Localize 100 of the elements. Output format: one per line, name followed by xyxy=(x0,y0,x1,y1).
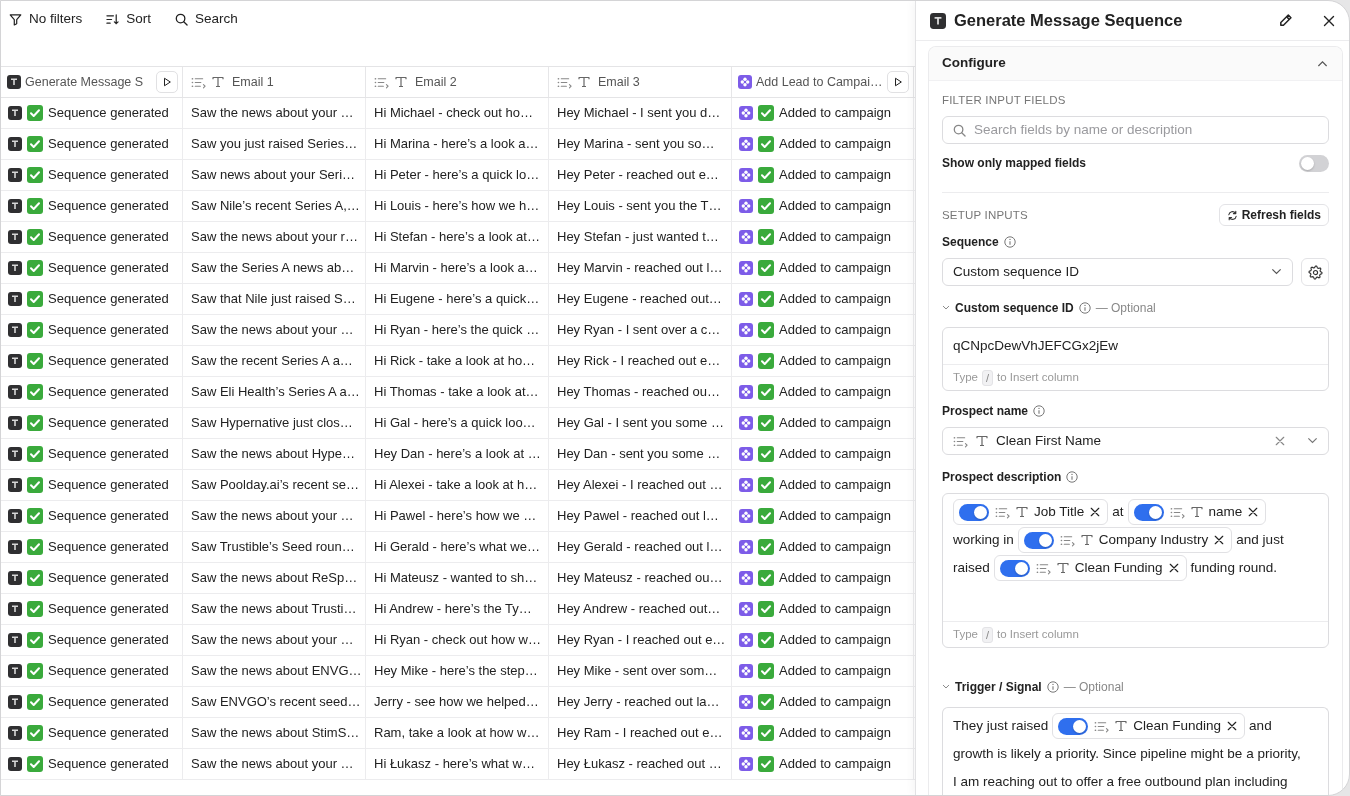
clear-icon[interactable] xyxy=(1275,436,1285,446)
remove-icon[interactable] xyxy=(1227,721,1238,731)
column-header[interactable]: Generate Message S xyxy=(25,73,144,91)
text-block-icon xyxy=(8,261,22,275)
play-icon xyxy=(162,77,172,87)
column-header[interactable]: Email 2 xyxy=(415,73,457,91)
field-text: and just xyxy=(1236,531,1284,549)
status-text: Sequence generated xyxy=(48,290,169,309)
rich-text-field[interactable]: They just raised Clean Funding and growth is likely a priority. Since pipeline might be a priority, I am reaching out to offer a free outbound plan including xyxy=(942,707,1329,795)
text-block-icon xyxy=(8,571,22,585)
filter-button[interactable]: No filters xyxy=(9,10,83,28)
list-arrow-icon xyxy=(1059,533,1075,547)
status-text: Sequence generated xyxy=(48,724,169,743)
app-logo-icon xyxy=(739,726,753,740)
chevron-down-icon[interactable] xyxy=(942,684,950,690)
table-cell: Hi Ryan - check out how w… xyxy=(366,625,549,655)
table-cell: Saw the news about your … xyxy=(183,315,366,345)
play-icon xyxy=(893,77,903,87)
table-cell: Hey Marvin - reached out l… xyxy=(549,253,732,283)
column-header[interactable]: Add Lead to Campai… xyxy=(756,73,883,91)
section-heading: SETUP INPUTS xyxy=(942,208,1028,223)
column-header[interactable]: Email 1 xyxy=(232,73,274,91)
table-cell: Hi Ryan - here’s the quick … xyxy=(366,315,549,345)
table-cell: Hey Gal - I sent you some … xyxy=(549,408,732,438)
status-text: Sequence generated xyxy=(48,476,169,495)
app-logo-icon xyxy=(739,478,753,492)
table-cell: Saw the Series A news ab… xyxy=(183,253,366,283)
text-block-icon xyxy=(930,12,946,29)
refresh-button[interactable]: Refresh fields xyxy=(1218,204,1329,226)
app-logo-icon xyxy=(739,757,753,771)
rich-text-field[interactable]: Job Title at name working in Company Industry and just raised Clean Funding funding round. Type / to Insert column xyxy=(942,493,1329,648)
column-chip[interactable]: Job Title xyxy=(953,499,1109,525)
check-icon xyxy=(758,353,774,369)
list-arrow-icon xyxy=(953,434,968,448)
table-cell: Saw the news about StimS… xyxy=(183,718,366,748)
toggle-switch[interactable] xyxy=(959,503,989,521)
column-chip[interactable]: Clean Funding xyxy=(993,555,1187,581)
text-block-icon xyxy=(7,75,21,89)
select-field[interactable]: Custom sequence ID xyxy=(942,258,1293,286)
section-header[interactable]: Configure xyxy=(929,47,1342,81)
column-header[interactable]: Email 3 xyxy=(598,73,640,91)
settings-button[interactable] xyxy=(1301,258,1329,286)
check-icon xyxy=(758,322,774,338)
check-icon xyxy=(27,291,43,307)
table-cell: Saw the news about your … xyxy=(183,98,366,128)
text-field[interactable]: qCNpcDewVhJEFCGx2jEw Type / to Insert column xyxy=(942,327,1329,391)
field-text: They just raised xyxy=(953,717,1049,735)
toggle-switch[interactable] xyxy=(1299,154,1329,172)
app-logo-icon xyxy=(739,106,753,120)
table-cell: Hey Marina - sent you so… xyxy=(549,129,732,159)
app-logo-icon xyxy=(739,416,753,430)
table-cell: Hey Peter - reached out e… xyxy=(549,160,732,190)
text-block-icon xyxy=(8,540,22,554)
check-icon xyxy=(27,725,43,741)
chevron-down-icon xyxy=(1271,268,1282,276)
check-icon xyxy=(27,601,43,617)
status-text: Added to campaign xyxy=(779,166,892,185)
search-button[interactable]: Search xyxy=(175,10,238,28)
table-cell: Saw Hypernative just clos… xyxy=(183,408,366,438)
app-logo-icon xyxy=(739,447,753,461)
remove-icon[interactable] xyxy=(1248,507,1259,517)
hint-text: to Insert column xyxy=(997,626,1079,642)
text-block-icon xyxy=(8,633,22,647)
check-icon xyxy=(27,229,43,245)
status-text: Sequence generated xyxy=(48,662,169,681)
run-button[interactable] xyxy=(156,71,178,93)
toggle-switch[interactable] xyxy=(1058,717,1089,735)
toggle-switch[interactable] xyxy=(1023,531,1054,549)
table-cell: Saw that Nile just raised S… xyxy=(183,284,366,314)
hint-text: to Insert column xyxy=(997,369,1079,385)
status-text: Sequence generated xyxy=(48,414,169,433)
table-cell: Saw you just raised Series… xyxy=(183,129,366,159)
text-block-icon xyxy=(8,385,22,399)
table-cell: Saw ENVGO’s recent seed… xyxy=(183,687,366,717)
column-chip[interactable]: name xyxy=(1127,499,1267,525)
column-chip[interactable]: Clean Funding xyxy=(1052,713,1246,739)
hint-text: Type xyxy=(953,626,978,642)
table-cell: Ram, take a look at how w… xyxy=(366,718,549,748)
key-hint: / xyxy=(981,626,993,643)
search-icon xyxy=(953,123,966,137)
text-type-icon xyxy=(976,435,988,447)
toggle-switch[interactable] xyxy=(1133,503,1164,521)
check-icon xyxy=(758,167,774,183)
table-cell: Hey Michael - I sent you d… xyxy=(549,98,732,128)
sort-button[interactable]: Sort xyxy=(106,10,152,28)
app-logo-icon xyxy=(739,199,753,213)
column-select[interactable]: Clean First Name xyxy=(942,427,1329,455)
column-chip[interactable]: Company Industry xyxy=(1017,527,1233,553)
table-cell: Hi Louis - here’s how we h… xyxy=(366,191,549,221)
check-icon xyxy=(758,291,774,307)
check-icon xyxy=(758,508,774,524)
remove-icon[interactable] xyxy=(1090,507,1101,517)
status-text: Added to campaign xyxy=(779,755,892,774)
remove-icon[interactable] xyxy=(1214,535,1225,545)
table-cell: Saw Eli Health’s Series A a… xyxy=(183,377,366,407)
remove-icon[interactable] xyxy=(1168,563,1179,573)
chevron-down-icon[interactable] xyxy=(942,305,950,311)
app-logo-icon xyxy=(739,230,753,244)
toggle-switch[interactable] xyxy=(999,559,1030,577)
run-button[interactable] xyxy=(887,71,909,93)
